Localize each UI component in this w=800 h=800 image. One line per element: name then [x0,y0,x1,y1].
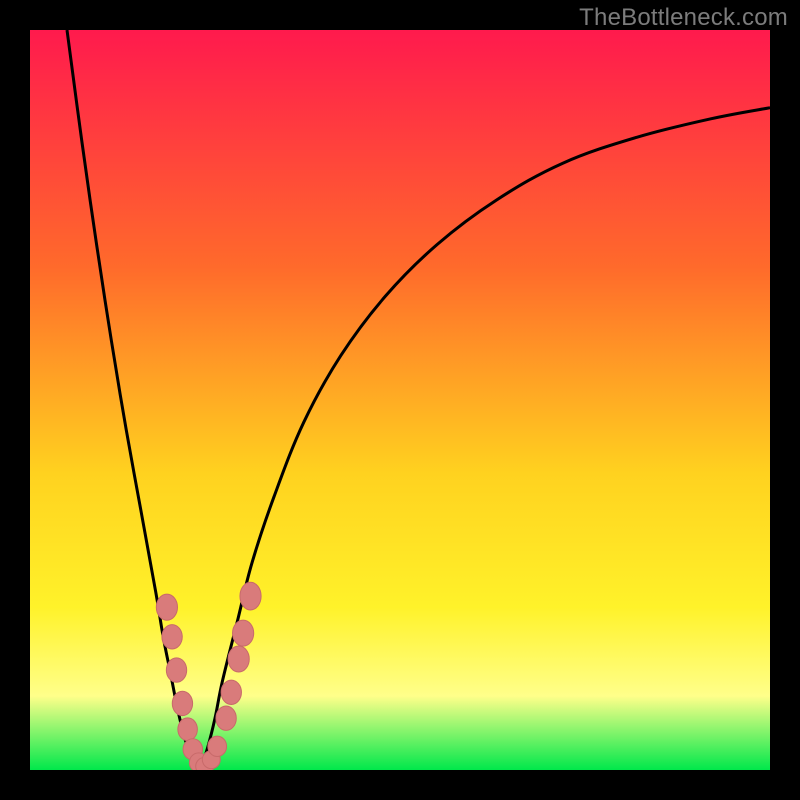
curves-layer [30,30,770,770]
data-marker [178,718,198,741]
data-markers [156,582,261,770]
data-marker [208,736,227,756]
data-marker [216,706,236,730]
watermark-text: TheBottleneck.com [579,4,788,32]
data-marker [172,691,192,715]
data-marker [156,594,177,620]
data-marker [221,680,241,704]
curve-right [200,108,770,770]
data-marker [233,620,254,646]
data-marker [228,646,249,672]
data-marker [166,658,186,682]
data-marker [162,625,182,649]
data-marker [240,582,261,610]
plot-area [30,30,770,770]
chart-frame: TheBottleneck.com [0,0,800,800]
